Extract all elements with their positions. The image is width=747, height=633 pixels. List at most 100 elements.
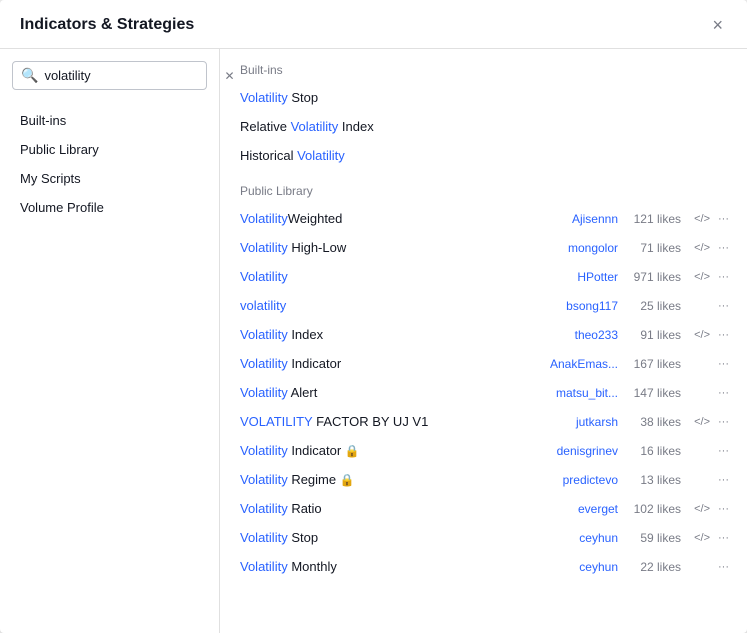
result-author[interactable]: theo233 <box>528 328 618 342</box>
list-item[interactable]: VOLATILITY FACTOR BY UJ V1 jutkarsh 38 l… <box>220 407 747 436</box>
menu-button[interactable]: ··· <box>716 531 731 545</box>
result-author[interactable]: mongolor <box>528 241 618 255</box>
menu-button[interactable]: ··· <box>716 444 731 458</box>
result-author[interactable]: predictevo <box>528 473 618 487</box>
list-item[interactable]: Volatility HPotter 971 likes </> ··· <box>220 262 747 291</box>
result-name: Volatility High-Low <box>240 240 528 255</box>
result-name: VOLATILITY FACTOR BY UJ V1 <box>240 414 528 429</box>
result-likes: 102 likes <box>626 502 681 516</box>
result-likes: 16 likes <box>626 444 681 458</box>
result-likes: 59 likes <box>626 531 681 545</box>
result-actions: ··· <box>687 386 731 400</box>
result-name: Volatility Stop <box>240 90 731 105</box>
result-name: Volatility Indicator <box>240 356 528 371</box>
menu-button[interactable]: ··· <box>716 560 731 574</box>
code-button[interactable]: </> <box>692 415 712 429</box>
list-item[interactable]: Volatility Stop ceyhun 59 likes </> ··· <box>220 523 747 552</box>
code-button[interactable]: </> <box>692 502 712 516</box>
section-header-builtins: Built-ins <box>220 49 747 83</box>
list-item[interactable]: Volatility High-Low mongolor 71 likes </… <box>220 233 747 262</box>
menu-button[interactable]: ··· <box>716 386 731 400</box>
list-item[interactable]: Relative Volatility Index <box>220 112 747 141</box>
result-author[interactable]: everget <box>528 502 618 516</box>
sidebar-item-volume-profile[interactable]: Volume Profile <box>0 193 219 222</box>
result-actions: </> ··· <box>687 415 731 429</box>
modal-title: Indicators & Strategies <box>20 16 194 34</box>
sidebar: 🔍 ✕ Built-ins Public Library My Scripts … <box>0 49 220 633</box>
list-item[interactable]: VolatilityWeighted Ajisennn 121 likes </… <box>220 204 747 233</box>
result-actions: </> ··· <box>687 531 731 545</box>
menu-button[interactable]: ··· <box>716 270 731 284</box>
result-actions: ··· <box>687 444 731 458</box>
result-likes: 121 likes <box>626 212 681 226</box>
result-likes: 91 likes <box>626 328 681 342</box>
main-content: Built-ins Volatility Stop Relative Volat… <box>220 49 747 633</box>
result-actions: </> ··· <box>687 328 731 342</box>
result-author[interactable]: bsong117 <box>528 299 618 313</box>
sidebar-item-my-scripts[interactable]: My Scripts <box>0 164 219 193</box>
result-name: Volatility Ratio <box>240 501 528 516</box>
code-button[interactable]: </> <box>692 270 712 284</box>
result-actions: </> ··· <box>687 502 731 516</box>
search-icon: 🔍 <box>21 67 38 84</box>
code-button[interactable]: </> <box>692 328 712 342</box>
code-button[interactable]: </> <box>692 212 712 226</box>
menu-button[interactable]: ··· <box>716 415 731 429</box>
result-likes: 147 likes <box>626 386 681 400</box>
menu-button[interactable]: ··· <box>716 328 731 342</box>
menu-button[interactable]: ··· <box>716 473 731 487</box>
result-likes: 13 likes <box>626 473 681 487</box>
result-likes: 22 likes <box>626 560 681 574</box>
result-actions: ··· <box>687 560 731 574</box>
result-actions: </> ··· <box>687 241 731 255</box>
result-actions: </> ··· <box>687 270 731 284</box>
result-author[interactable]: Ajisennn <box>528 212 618 226</box>
result-author[interactable]: matsu_bit... <box>528 386 618 400</box>
section-header-public-library: Public Library <box>220 170 747 204</box>
sidebar-item-public-library[interactable]: Public Library <box>0 135 219 164</box>
result-name: Volatility Indicator 🔒 <box>240 443 528 458</box>
result-name: Volatility Alert <box>240 385 528 400</box>
result-likes: 971 likes <box>626 270 681 284</box>
list-item[interactable]: Volatility Regime 🔒 predictevo 13 likes … <box>220 465 747 494</box>
result-author[interactable]: jutkarsh <box>528 415 618 429</box>
list-item[interactable]: Volatility Ratio everget 102 likes </> ·… <box>220 494 747 523</box>
sidebar-nav: Built-ins Public Library My Scripts Volu… <box>0 102 219 226</box>
result-author[interactable]: denisgrinev <box>528 444 618 458</box>
close-button[interactable]: × <box>708 14 727 36</box>
result-name: volatility <box>240 298 528 313</box>
result-actions: ··· <box>687 299 731 313</box>
result-actions: ··· <box>687 357 731 371</box>
lock-icon: 🔒 <box>345 444 360 458</box>
list-item[interactable]: Volatility Indicator 🔒 denisgrinev 16 li… <box>220 436 747 465</box>
menu-button[interactable]: ··· <box>716 241 731 255</box>
modal-header: Indicators & Strategies × <box>0 0 747 49</box>
code-button[interactable]: </> <box>692 241 712 255</box>
result-actions: ··· <box>687 473 731 487</box>
result-author[interactable]: ceyhun <box>528 560 618 574</box>
list-item[interactable]: Volatility Stop <box>220 83 747 112</box>
result-likes: 167 likes <box>626 357 681 371</box>
result-author[interactable]: HPotter <box>528 270 618 284</box>
list-item[interactable]: Volatility Index theo233 91 likes </> ··… <box>220 320 747 349</box>
sidebar-item-builtins[interactable]: Built-ins <box>0 106 219 135</box>
result-author[interactable]: AnakEmas... <box>528 357 618 371</box>
modal: Indicators & Strategies × 🔍 ✕ Built-ins … <box>0 0 747 633</box>
modal-body: 🔍 ✕ Built-ins Public Library My Scripts … <box>0 49 747 633</box>
list-item[interactable]: Volatility Indicator AnakEmas... 167 lik… <box>220 349 747 378</box>
menu-button[interactable]: ··· <box>716 212 731 226</box>
result-likes: 71 likes <box>626 241 681 255</box>
search-box: 🔍 ✕ <box>12 61 207 90</box>
list-item[interactable]: volatility bsong117 25 likes ··· <box>220 291 747 320</box>
menu-button[interactable]: ··· <box>716 299 731 313</box>
menu-button[interactable]: ··· <box>716 357 731 371</box>
search-input[interactable] <box>44 68 220 83</box>
list-item[interactable]: Volatility Monthly ceyhun 22 likes ··· <box>220 552 747 581</box>
list-item[interactable]: Historical Volatility <box>220 141 747 170</box>
result-author[interactable]: ceyhun <box>528 531 618 545</box>
result-name: Historical Volatility <box>240 148 731 163</box>
list-item[interactable]: Volatility Alert matsu_bit... 147 likes … <box>220 378 747 407</box>
menu-button[interactable]: ··· <box>716 502 731 516</box>
result-likes: 38 likes <box>626 415 681 429</box>
code-button[interactable]: </> <box>692 531 712 545</box>
